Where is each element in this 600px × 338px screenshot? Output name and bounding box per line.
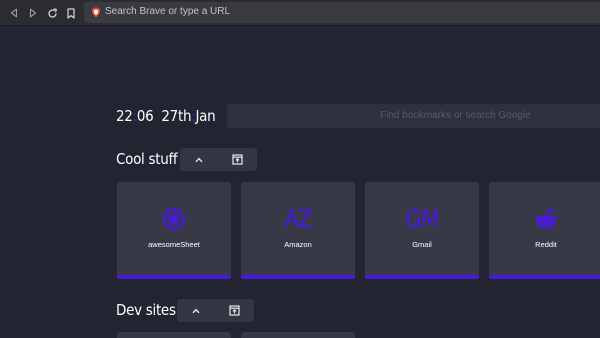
clock-date: 27th — [161, 107, 192, 125]
bookmark-card-partial[interactable] — [241, 332, 355, 338]
bookmark-label: Gmail — [412, 240, 432, 249]
section-title-dev-sites: Dev sites — [116, 301, 176, 319]
open-in-new-tab-icon — [231, 154, 243, 165]
card-accent-bar — [241, 275, 355, 279]
back-icon[interactable] — [5, 4, 23, 22]
clock-hour: 22 — [116, 107, 133, 125]
brave-shield-icon[interactable] — [91, 7, 101, 18]
gmail-letters-icon: GM — [365, 204, 479, 234]
section-title-cool-stuff: Cool stuff — [116, 150, 178, 168]
bookmark-icon[interactable] — [62, 4, 80, 22]
section-controls-dev-sites — [177, 299, 254, 322]
bookmark-label: Amazon — [284, 240, 312, 249]
address-bar-placeholder: Search Brave or type a URL — [105, 6, 231, 17]
forward-icon[interactable] — [24, 4, 42, 22]
awesomesheet-icon — [117, 204, 231, 234]
open-all-button[interactable] — [222, 299, 246, 322]
card-accent-bar — [365, 275, 479, 279]
chevron-up-icon — [192, 308, 200, 313]
section-controls-cool-stuff — [180, 148, 257, 171]
reload-icon[interactable] — [43, 4, 61, 22]
open-in-new-tab-icon — [228, 305, 240, 316]
bookmark-card-awesomesheet[interactable]: awesomeSheet — [117, 182, 231, 279]
bookmark-glyph: AZ — [284, 205, 313, 233]
address-bar[interactable]: Search Brave or type a URL — [84, 2, 600, 23]
clock: 22:06 27th:Jan — [116, 106, 216, 126]
bookmark-card-partial[interactable] — [117, 332, 231, 338]
reddit-icon — [489, 204, 600, 234]
open-all-button[interactable] — [225, 148, 249, 171]
collapse-section-button[interactable] — [187, 148, 211, 171]
bookmark-card-amazon[interactable]: AZ Amazon — [241, 182, 355, 279]
collapse-section-button[interactable] — [184, 299, 208, 322]
clock-month: Jan — [195, 107, 216, 125]
bookmark-label: Reddit — [535, 240, 557, 249]
bookmark-glyph: GM — [405, 205, 439, 233]
bookmark-card-reddit[interactable]: Reddit — [489, 182, 600, 279]
clock-minute: 06 — [136, 107, 154, 125]
browser-toolbar: Search Brave or type a URL — [0, 0, 600, 26]
bookmark-label: awesomeSheet — [148, 240, 200, 249]
search-input[interactable]: Find bookmarks or search Google — [227, 104, 600, 128]
card-accent-bar — [489, 275, 600, 279]
amazon-letters-icon: AZ — [241, 204, 355, 234]
search-placeholder: Find bookmarks or search Google — [380, 110, 531, 121]
bookmark-card-gmail[interactable]: GM Gmail — [365, 182, 479, 279]
card-accent-bar — [117, 275, 231, 279]
chevron-up-icon — [195, 157, 203, 162]
